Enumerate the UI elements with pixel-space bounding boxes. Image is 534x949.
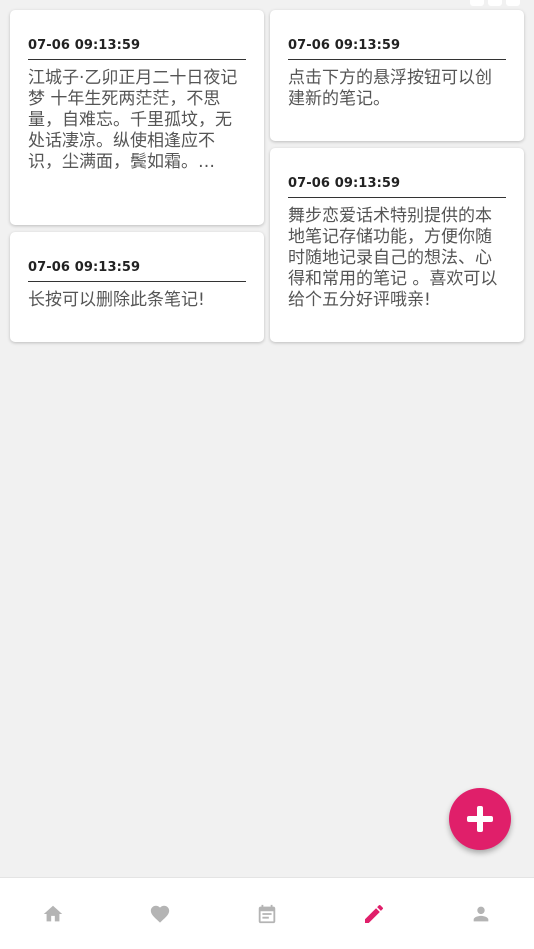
note-date: 07-06 09:13:59	[28, 260, 246, 282]
nav-item-notes-list[interactable]	[214, 878, 321, 949]
status-bar-indicators	[470, 0, 520, 10]
note-date: 07-06 09:13:59	[288, 38, 506, 60]
note-card[interactable]: 07-06 09:13:59 江城子·乙卯正月二十日夜记梦 十年生死两茫茫，不思…	[10, 10, 264, 225]
note-text: 舞步恋爱话术特别提供的本地笔记存储功能，方便你随时随地记录自己的想法、心得和常用…	[288, 206, 498, 310]
bottom-navigation	[0, 877, 534, 949]
note-date: 07-06 09:13:59	[288, 176, 506, 198]
note-text: 江城子·乙卯正月二十日夜记梦 十年生死两茫茫，不思量，自难忘。千里孤坟，无处话凄…	[28, 68, 238, 172]
note-card[interactable]: 07-06 09:13:59 长按可以删除此条笔记!	[10, 232, 264, 342]
note-text: 长按可以删除此条笔记!	[28, 290, 205, 310]
nav-item-favorites[interactable]	[107, 878, 214, 949]
note-card[interactable]: 07-06 09:13:59 舞步恋爱话术特别提供的本地笔记存储功能，方便你随时…	[270, 148, 524, 342]
notes-screen: 07-06 09:13:59 江城子·乙卯正月二十日夜记梦 十年生死两茫茫，不思…	[0, 0, 534, 949]
plus-icon	[467, 806, 493, 832]
nav-item-notes[interactable]	[320, 878, 427, 949]
person-icon	[473, 906, 488, 921]
pencil-icon	[364, 904, 383, 923]
nav-item-home[interactable]	[0, 878, 107, 949]
note-date: 07-06 09:13:59	[28, 38, 246, 60]
home-icon	[44, 905, 63, 921]
note-card[interactable]: 07-06 09:13:59 点击下方的悬浮按钮可以创建新的笔记。	[270, 10, 524, 141]
heart-icon	[151, 905, 170, 923]
note-text: 点击下方的悬浮按钮可以创建新的笔记。	[288, 68, 492, 109]
nav-item-profile[interactable]	[427, 878, 534, 949]
calendar-note-icon	[258, 904, 276, 923]
add-note-button[interactable]	[449, 788, 511, 850]
